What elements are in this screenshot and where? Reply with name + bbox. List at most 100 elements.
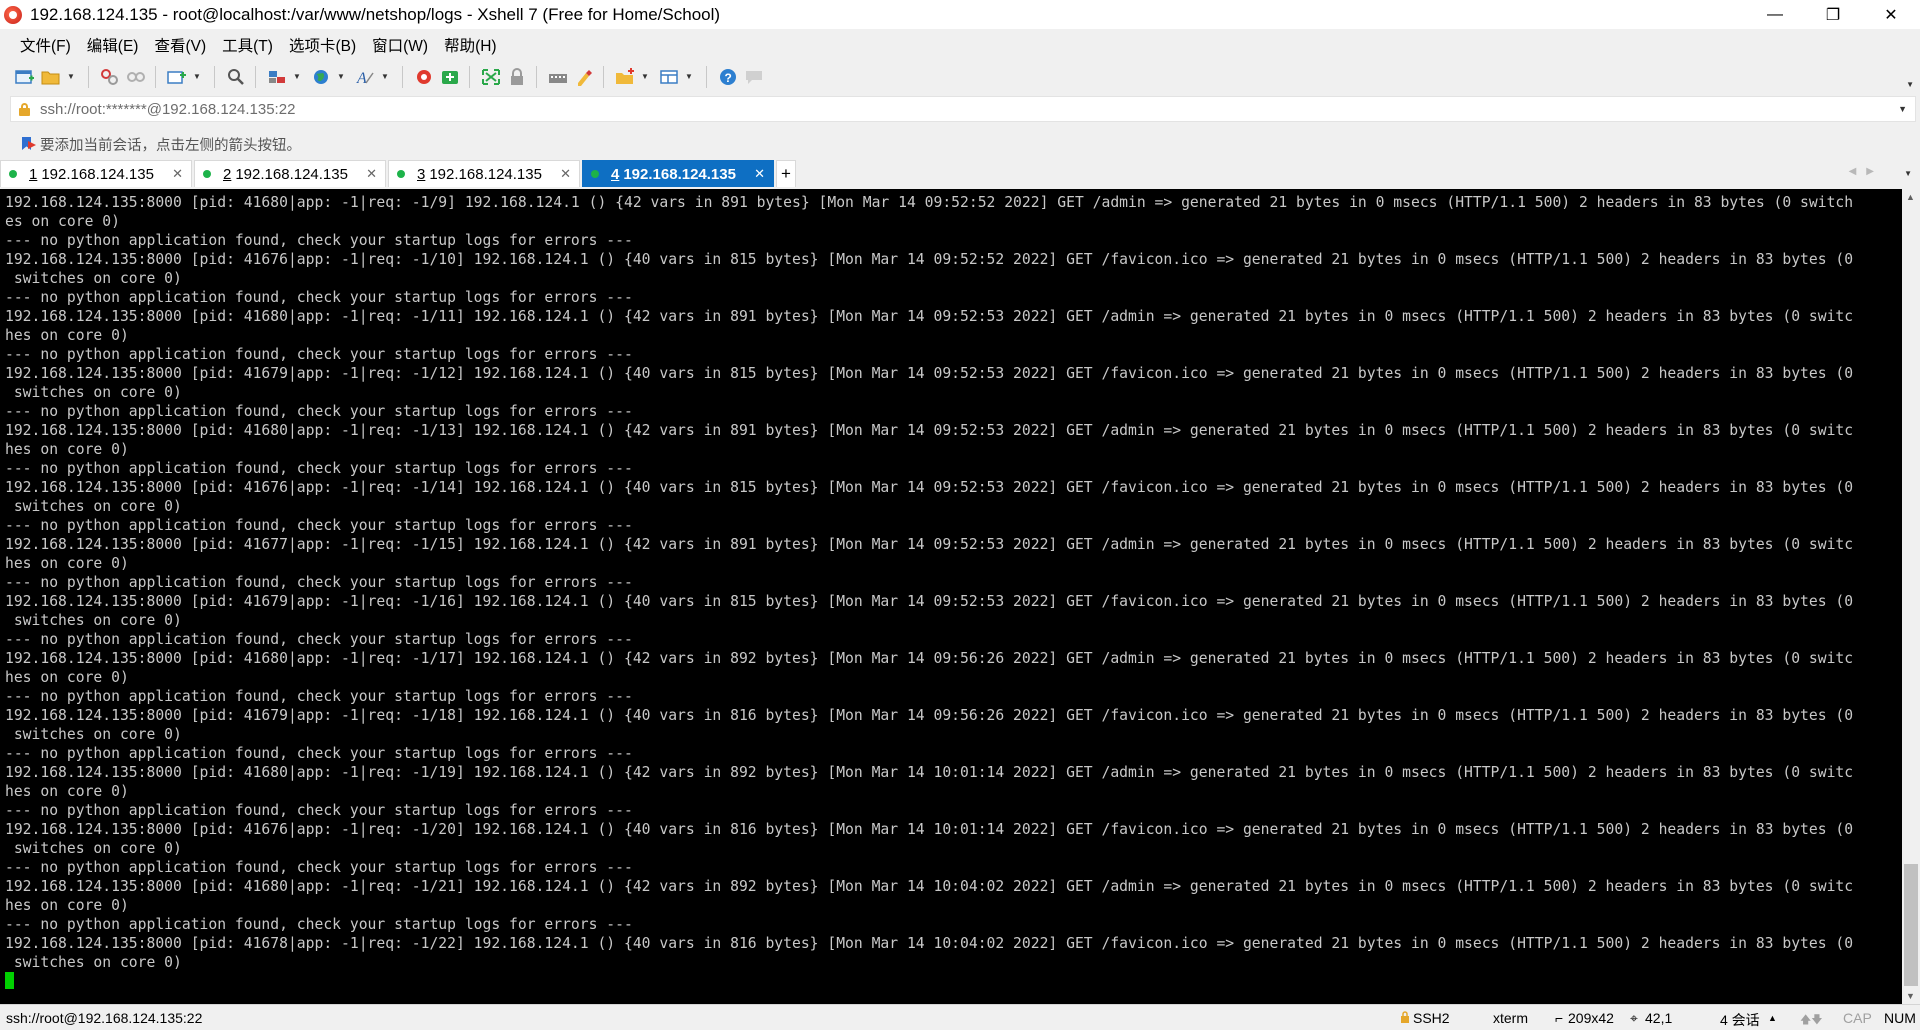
status-connection: ssh://root@192.168.124.135:22: [6, 1010, 203, 1026]
terminal-line: 192.168.124.135:8000 [pid: 41680|app: -1…: [5, 308, 1854, 325]
window-controls: — ❐ ✕: [1746, 0, 1920, 29]
layout-icon[interactable]: [658, 66, 680, 88]
compose-dropdown-arrow[interactable]: ▼: [640, 66, 650, 88]
status-bar: ssh://root@192.168.124.135:22 SSH2 xterm…: [0, 1004, 1920, 1030]
terminal-line: switches on core 0): [5, 498, 182, 515]
terminal-cursor: [5, 972, 14, 989]
status-sessions[interactable]: 4 会话: [1720, 1010, 1760, 1030]
status-lock-icon: [1400, 1010, 1410, 1026]
toolbar-separator: [255, 65, 256, 88]
terminal-scrollbar[interactable]: ▲ ▼: [1902, 189, 1920, 1004]
window-title: 192.168.124.135 - root@localhost:/var/ww…: [30, 4, 721, 24]
scroll-up-arrow[interactable]: ▲: [1906, 192, 1915, 202]
layout-dropdown-arrow[interactable]: ▼: [684, 66, 694, 88]
tab-close-icon[interactable]: ✕: [366, 166, 377, 182]
status-size: 209x42: [1568, 1010, 1614, 1026]
menu-tools[interactable]: 工具(T): [214, 34, 281, 56]
new-session-icon[interactable]: [14, 66, 36, 88]
menu-tabs[interactable]: 选项卡(B): [281, 34, 364, 56]
tab-list-dropdown-arrow[interactable]: ▼: [1904, 169, 1912, 178]
fullscreen-icon[interactable]: [480, 66, 502, 88]
properties-icon[interactable]: [266, 66, 288, 88]
tab-bar: 1 192.168.124.135 ✕ 2 192.168.124.135 ✕ …: [0, 160, 1920, 187]
xshell-app-icon[interactable]: [4, 5, 22, 24]
open-folder-icon[interactable]: [40, 66, 62, 88]
address-bar[interactable]: ssh://root:*******@192.168.124.135:22 ▼: [10, 96, 1916, 122]
terminal-line: hes on core 0): [5, 327, 129, 344]
menu-edit[interactable]: 编辑(E): [79, 34, 147, 56]
font-dropdown-arrow[interactable]: ▼: [380, 66, 390, 88]
menu-view[interactable]: 查看(V): [146, 34, 214, 56]
address-text: ssh://root:*******@192.168.124.135:22: [40, 100, 296, 118]
terminal-line: switches on core 0): [5, 612, 182, 629]
toolbar-overflow-arrow[interactable]: ▼: [1906, 80, 1914, 89]
terminal-line: hes on core 0): [5, 669, 129, 686]
tab-session-1[interactable]: 1 192.168.124.135 ✕: [0, 160, 192, 187]
terminal-prompt-line: [5, 972, 1902, 991]
tab-number: 4: [611, 165, 620, 183]
tab-close-icon[interactable]: ✕: [172, 166, 183, 182]
terminal-line: switches on core 0): [5, 726, 182, 743]
xftp-icon[interactable]: [439, 66, 461, 88]
terminal-line: switches on core 0): [5, 270, 182, 287]
tab-session-4-active[interactable]: 4 192.168.124.135 ✕: [582, 160, 774, 187]
tab-close-icon[interactable]: ✕: [754, 166, 765, 182]
terminal-line: 192.168.124.135:8000 [pid: 41676|app: -1…: [5, 479, 1854, 496]
open-dropdown-arrow[interactable]: ▼: [66, 66, 76, 88]
terminal-line: switches on core 0): [5, 954, 182, 971]
xshell-icon[interactable]: [413, 66, 435, 88]
connect-icon[interactable]: [99, 66, 121, 88]
terminal-line: 192.168.124.135:8000 [pid: 41680|app: -1…: [5, 764, 1854, 781]
globe-dropdown-arrow[interactable]: ▼: [336, 66, 346, 88]
tab-scroll-arrows[interactable]: ◀▶: [1849, 166, 1884, 177]
address-dropdown-arrow[interactable]: ▼: [1898, 104, 1907, 114]
tab-label: 192.168.124.135: [41, 165, 154, 183]
new-tab-icon[interactable]: [166, 66, 188, 88]
font-icon[interactable]: A: [354, 66, 376, 88]
highlight-icon[interactable]: [573, 66, 595, 88]
session-status-icon: [9, 170, 17, 178]
compose-icon[interactable]: [614, 66, 636, 88]
sessions-up-arrow[interactable]: ▲: [1768, 1013, 1777, 1023]
menu-file[interactable]: 文件(F): [12, 34, 79, 56]
tab-session-2[interactable]: 2 192.168.124.135 ✕: [194, 160, 386, 187]
terminal-line: --- no python application found, check y…: [5, 631, 633, 648]
terminal-line: 192.168.124.135:8000 [pid: 41680|app: -1…: [5, 422, 1854, 439]
terminal-line: 192.168.124.135:8000 [pid: 41680|app: -1…: [5, 194, 1854, 211]
toolbar-separator: [214, 65, 215, 88]
find-icon[interactable]: [225, 66, 247, 88]
add-tab-button[interactable]: +: [776, 160, 796, 187]
keyboard-icon[interactable]: [547, 66, 569, 88]
help-icon[interactable]: ?: [717, 66, 739, 88]
terminal-line: --- no python application found, check y…: [5, 688, 633, 705]
globe-icon[interactable]: [310, 66, 332, 88]
properties-dropdown-arrow[interactable]: ▼: [292, 66, 302, 88]
toolbar-separator: [402, 65, 403, 88]
new-tab-dropdown-arrow[interactable]: ▼: [192, 66, 202, 88]
terminal-area[interactable]: 192.168.124.135:8000 [pid: 41680|app: -1…: [0, 189, 1902, 1004]
menu-bar: 文件(F) 编辑(E) 查看(V) 工具(T) 选项卡(B) 窗口(W) 帮助(…: [0, 30, 1920, 60]
chat-icon[interactable]: [743, 66, 765, 88]
menu-help[interactable]: 帮助(H): [436, 34, 505, 56]
status-num-lock: NUM: [1884, 1010, 1916, 1026]
scrollbar-thumb[interactable]: [1904, 864, 1918, 986]
disconnect-icon[interactable]: [125, 66, 147, 88]
minimize-button[interactable]: —: [1746, 0, 1804, 29]
lock-icon[interactable]: [506, 66, 528, 88]
terminal-line: --- no python application found, check y…: [5, 232, 633, 249]
menu-window[interactable]: 窗口(W): [364, 34, 436, 56]
terminal-line: hes on core 0): [5, 897, 129, 914]
terminal-line: 192.168.124.135:8000 [pid: 41676|app: -1…: [5, 821, 1854, 838]
maximize-button[interactable]: ❐: [1804, 0, 1862, 29]
terminal-line: 192.168.124.135:8000 [pid: 41679|app: -1…: [5, 593, 1854, 610]
svg-text:A: A: [356, 70, 367, 86]
add-session-icon[interactable]: [20, 136, 36, 152]
scroll-down-arrow[interactable]: ▼: [1906, 991, 1915, 1001]
status-nav-arrows[interactable]: 🡅🡇: [1800, 1011, 1823, 1030]
close-button[interactable]: ✕: [1862, 0, 1920, 29]
tab-close-icon[interactable]: ✕: [560, 166, 571, 182]
session-status-icon: [203, 170, 211, 178]
tab-session-3[interactable]: 3 192.168.124.135 ✕: [388, 160, 580, 187]
status-caps-lock: CAP: [1843, 1010, 1872, 1026]
terminal-line: switches on core 0): [5, 384, 182, 401]
